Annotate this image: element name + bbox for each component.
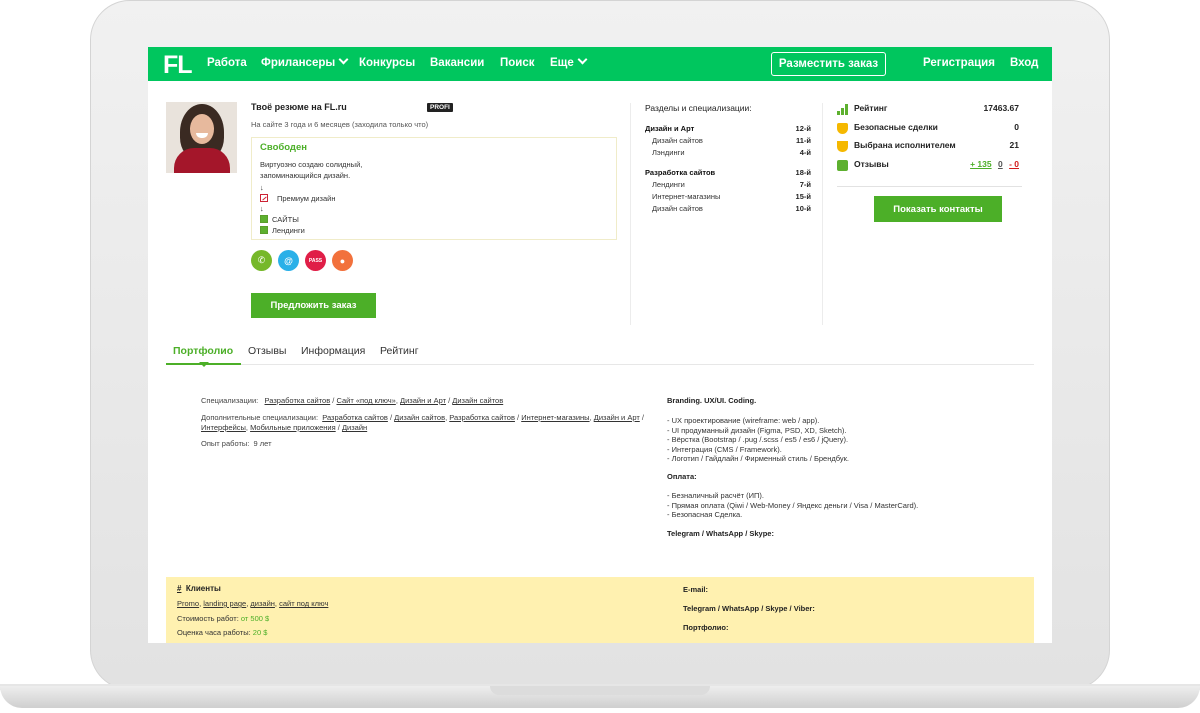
nav-item-vacancies[interactable]: Вакансии: [430, 57, 484, 69]
email-icon[interactable]: @: [278, 250, 299, 271]
spec-link[interactable]: Интернет-магазины: [521, 413, 589, 422]
check-label-premium: Премиум дизайн: [277, 194, 336, 203]
spec-link[interactable]: Дизайн и Арт: [400, 396, 446, 405]
register-link[interactable]: Регистрация: [923, 57, 995, 69]
arrow-down-icon: ↓: [260, 183, 264, 192]
offer-order-button[interactable]: Предложить заказ: [251, 293, 376, 318]
user-icon[interactable]: ●: [332, 250, 353, 271]
profile-tabs: Портфолио Отзывы Информация Рейтинг: [166, 343, 1034, 367]
spec-link[interactable]: Дизайн сайтов: [394, 413, 445, 422]
clients-title: # Клиенты: [177, 584, 221, 593]
email-label: E-mail:: [683, 585, 709, 594]
spec-link[interactable]: Разработка сайтов: [322, 413, 388, 422]
reviews-row: Отзывы + 135 0 - 0: [837, 159, 1019, 173]
show-contacts-button[interactable]: Показать контакты: [874, 196, 1002, 222]
site-age-text: На сайте 3 года и 6 месяцев (заходила то…: [251, 120, 429, 129]
checkbox-cross-icon: [260, 194, 268, 202]
login-link[interactable]: Вход: [1010, 57, 1038, 69]
description-list: - UX проектирование (wireframe: web / ap…: [667, 416, 849, 463]
tag-link[interactable]: landing page: [203, 599, 246, 608]
spec-item[interactable]: Интернет-магазины 15-й: [645, 192, 811, 201]
chat-icon: [837, 160, 848, 171]
checkbox-checked-icon: [260, 215, 268, 223]
spec-item[interactable]: Дизайн сайтов 10-й: [645, 204, 811, 213]
tab-portfolio[interactable]: Портфолио: [173, 345, 233, 357]
spec-link[interactable]: Разработка сайтов: [265, 396, 331, 405]
spec-link[interactable]: Сайт «под ключ»: [336, 396, 395, 405]
payment-heading: Оплата:: [667, 472, 697, 481]
nav-item-search[interactable]: Поиск: [500, 57, 535, 69]
shield-icon: [837, 123, 848, 134]
spec-link[interactable]: Дизайн сайтов: [452, 396, 503, 405]
messengers-label: Telegram / WhatsApp / Skype / Viber:: [683, 604, 815, 613]
spec-link[interactable]: Мобильные приложения: [250, 423, 336, 432]
spec-link[interactable]: Интерфейсы: [201, 423, 246, 432]
spec-link[interactable]: Дизайн и Арт: [594, 413, 640, 422]
portfolio-label: Портфолио:: [683, 623, 729, 632]
fl-logo[interactable]: FL: [163, 51, 193, 80]
checkbox-checked-icon: [260, 226, 268, 234]
payment-list: - Безналичный расчёт (ИП). - Прямая опла…: [667, 491, 919, 519]
spec-group[interactable]: Разработка сайтов 18-й: [645, 168, 811, 177]
contact-icons: ✆ @ PASS ●: [251, 250, 353, 271]
chevron-down-icon: [577, 54, 588, 65]
spec-item[interactable]: Дизайн сайтов 11-й: [645, 136, 811, 145]
reviews-negative[interactable]: - 0: [1009, 159, 1019, 169]
clients-tags: Promo, landing page, дизайн, сайт под кл…: [177, 599, 329, 608]
messengers-heading: Telegram / WhatsApp / Skype:: [667, 529, 774, 538]
nav-item-work[interactable]: Работа: [207, 57, 247, 69]
status-text: Свободен: [260, 142, 307, 153]
rating-row[interactable]: Рейтинг 17463.67: [837, 103, 1019, 117]
spec-group[interactable]: Дизайн и Арт 12-й: [645, 124, 811, 133]
spec-link[interactable]: Разработка сайтов: [449, 413, 515, 422]
experience-line: Опыт работы: 9 лет: [201, 439, 272, 448]
extra-specializations-line: Дополнительные специализации: Разработка…: [201, 413, 644, 432]
rating-value: 17463.67: [983, 103, 1019, 113]
specializations-line: Специализации: Разработка сайтов / Сайт …: [201, 396, 504, 405]
tab-reviews[interactable]: Отзывы: [248, 345, 286, 357]
spec-item[interactable]: Лэндинги 4-й: [645, 148, 811, 157]
hour-rate-line: Оценка часа работы: 20 $: [177, 628, 268, 637]
arrow-down-icon: ↓: [260, 204, 264, 213]
about-text: Виртуозно создаю солидный, запоминающийс…: [260, 160, 363, 180]
divider: [630, 103, 631, 325]
nav-item-freelancers[interactable]: Фрилансеры: [261, 54, 349, 69]
tag-link[interactable]: Promo: [177, 599, 199, 608]
post-order-button[interactable]: Разместить заказ: [771, 52, 886, 76]
phone-icon[interactable]: ✆: [251, 250, 272, 271]
chosen-row[interactable]: Выбрана исполнителем 21: [837, 140, 1019, 154]
pass-icon[interactable]: PASS: [305, 250, 326, 271]
laptop-notch: [490, 686, 710, 695]
description-heading: Branding. UX/UI. Coding.: [667, 396, 757, 405]
check-label-sites: САЙТЫ: [272, 215, 299, 224]
tab-information[interactable]: Информация: [301, 345, 365, 357]
specs-title: Разделы и специализации:: [645, 103, 752, 113]
tag-link[interactable]: сайт под ключ: [279, 599, 328, 608]
tab-rating[interactable]: Рейтинг: [380, 345, 419, 357]
spec-link[interactable]: Дизайн: [342, 423, 367, 432]
rating-bars-icon: [837, 104, 848, 115]
divider: [837, 186, 1022, 187]
nav-item-more[interactable]: Еще: [550, 54, 588, 69]
check-label-landings: Лендинги: [272, 226, 305, 235]
spec-item[interactable]: Лендинги 7-й: [645, 180, 811, 189]
cost-line: Стоимость работ: от 500 $: [177, 614, 270, 623]
safe-deals-row[interactable]: Безопасные сделки 0: [837, 122, 1019, 136]
nav-item-contests[interactable]: Конкурсы: [359, 57, 415, 69]
browser-screen: FL Работа Фрилансеры Конкурсы Вакансии П…: [148, 47, 1052, 643]
reviews-neutral[interactable]: 0: [998, 159, 1003, 169]
resume-title[interactable]: Твоё резюме на FL.ru: [251, 102, 347, 112]
clients-box: # Клиенты Promo, landing page, дизайн, с…: [166, 577, 1034, 643]
top-navigation: FL Работа Фрилансеры Конкурсы Вакансии П…: [148, 47, 1052, 81]
profi-badge[interactable]: PROFI: [427, 103, 453, 112]
divider: [822, 103, 823, 325]
reviews-positive[interactable]: + 135: [970, 159, 992, 169]
trophy-icon: [837, 141, 848, 152]
chevron-down-icon: [338, 54, 349, 65]
tag-link[interactable]: дизайн: [250, 599, 275, 608]
status-box: Свободен Виртуозно создаю солидный, запо…: [251, 137, 617, 240]
active-tab-caret: [199, 362, 209, 367]
avatar[interactable]: [166, 102, 237, 173]
